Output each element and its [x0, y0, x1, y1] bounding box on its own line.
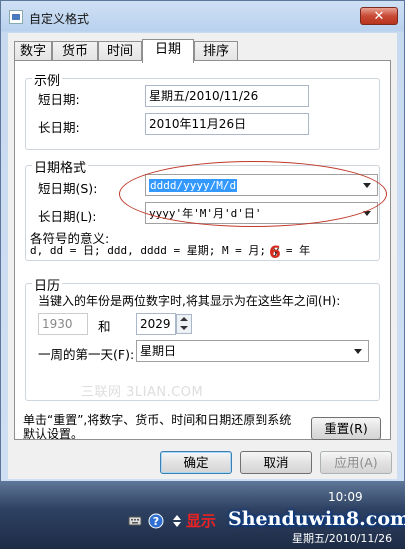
long-date-label: 长日期(L):: [38, 209, 97, 224]
year-to-field[interactable]: 2029: [136, 313, 176, 335]
and-label: 和: [98, 319, 111, 334]
custom-format-dialog: 自定义格式 ✕ 数字 货币 时间 日期 排序 示例 短日期: 星期五/2010/…: [0, 0, 405, 482]
example-long-label: 长日期:: [38, 120, 80, 135]
tray-arrows-icon[interactable]: [170, 514, 184, 528]
tab-date[interactable]: 日期: [142, 39, 194, 63]
keyboard-icon[interactable]: [128, 514, 142, 528]
date-tab-panel: 示例 短日期: 星期五/2010/11/26 长日期: 2010年11月26日 …: [14, 60, 391, 441]
chevron-down-icon[interactable]: [354, 349, 362, 354]
tab-currency[interactable]: 货币: [52, 41, 98, 61]
example-short-label: 短日期:: [38, 92, 80, 107]
first-day-combo[interactable]: 星期日: [136, 340, 369, 362]
help-icon[interactable]: ?: [148, 513, 164, 529]
annotation-oval: [119, 161, 387, 227]
ok-button[interactable]: 确定: [160, 451, 232, 474]
example-group: 示例 短日期: 星期五/2010/11/26 长日期: 2010年11月26日: [25, 70, 380, 150]
tab-time[interactable]: 时间: [98, 41, 142, 61]
dialog-client: 数字 货币 时间 日期 排序 示例 短日期: 星期五/2010/11/26 长日…: [8, 33, 397, 479]
date-format-group-title: 日期格式: [32, 157, 89, 176]
short-date-label: 短日期(S):: [38, 181, 98, 196]
clock-time[interactable]: 10:09: [328, 490, 363, 504]
two-digit-year-label: 当键入的年份是两位数字时,将其显示为在这些年之间(H):: [38, 294, 341, 308]
tab-number[interactable]: 数字: [14, 41, 52, 61]
example-short-value: 星期五/2010/11/26: [145, 85, 309, 107]
clock-date[interactable]: 星期五/2010/11/26: [292, 530, 392, 546]
close-button[interactable]: ✕: [360, 7, 398, 25]
window-title: 自定义格式: [29, 12, 90, 26]
annotation-number: 6: [269, 243, 281, 263]
title-bar[interactable]: 自定义格式 ✕: [1, 1, 404, 33]
reset-button[interactable]: 重置(R): [311, 417, 381, 440]
svg-text:?: ?: [153, 515, 159, 528]
year-from-field: 1930: [38, 313, 88, 335]
brand-watermark: Shenduwin8.com: [228, 508, 405, 530]
first-day-value: 星期日: [140, 344, 177, 358]
taskbar: ? 显示 Shenduwin8.com 10:09 星期五/2010/11/26: [0, 482, 405, 549]
tab-sort[interactable]: 排序: [194, 41, 238, 61]
reset-description: 单击“重置”,将数字、货币、时间和日期还原到系统默认设置。: [23, 413, 292, 441]
control-panel-icon: [9, 10, 23, 24]
example-long-value: 2010年11月26日: [145, 113, 309, 135]
first-day-label: 一周的第一天(F):: [38, 347, 135, 362]
example-group-title: 示例: [32, 70, 63, 89]
year-spinner-icon[interactable]: [176, 314, 192, 334]
taskbar-red-text: 显示: [186, 512, 217, 530]
apply-button[interactable]: 应用(A): [320, 451, 392, 474]
cancel-button[interactable]: 取消: [240, 451, 312, 474]
watermark: 三联网 3LIAN.COM: [81, 385, 204, 400]
